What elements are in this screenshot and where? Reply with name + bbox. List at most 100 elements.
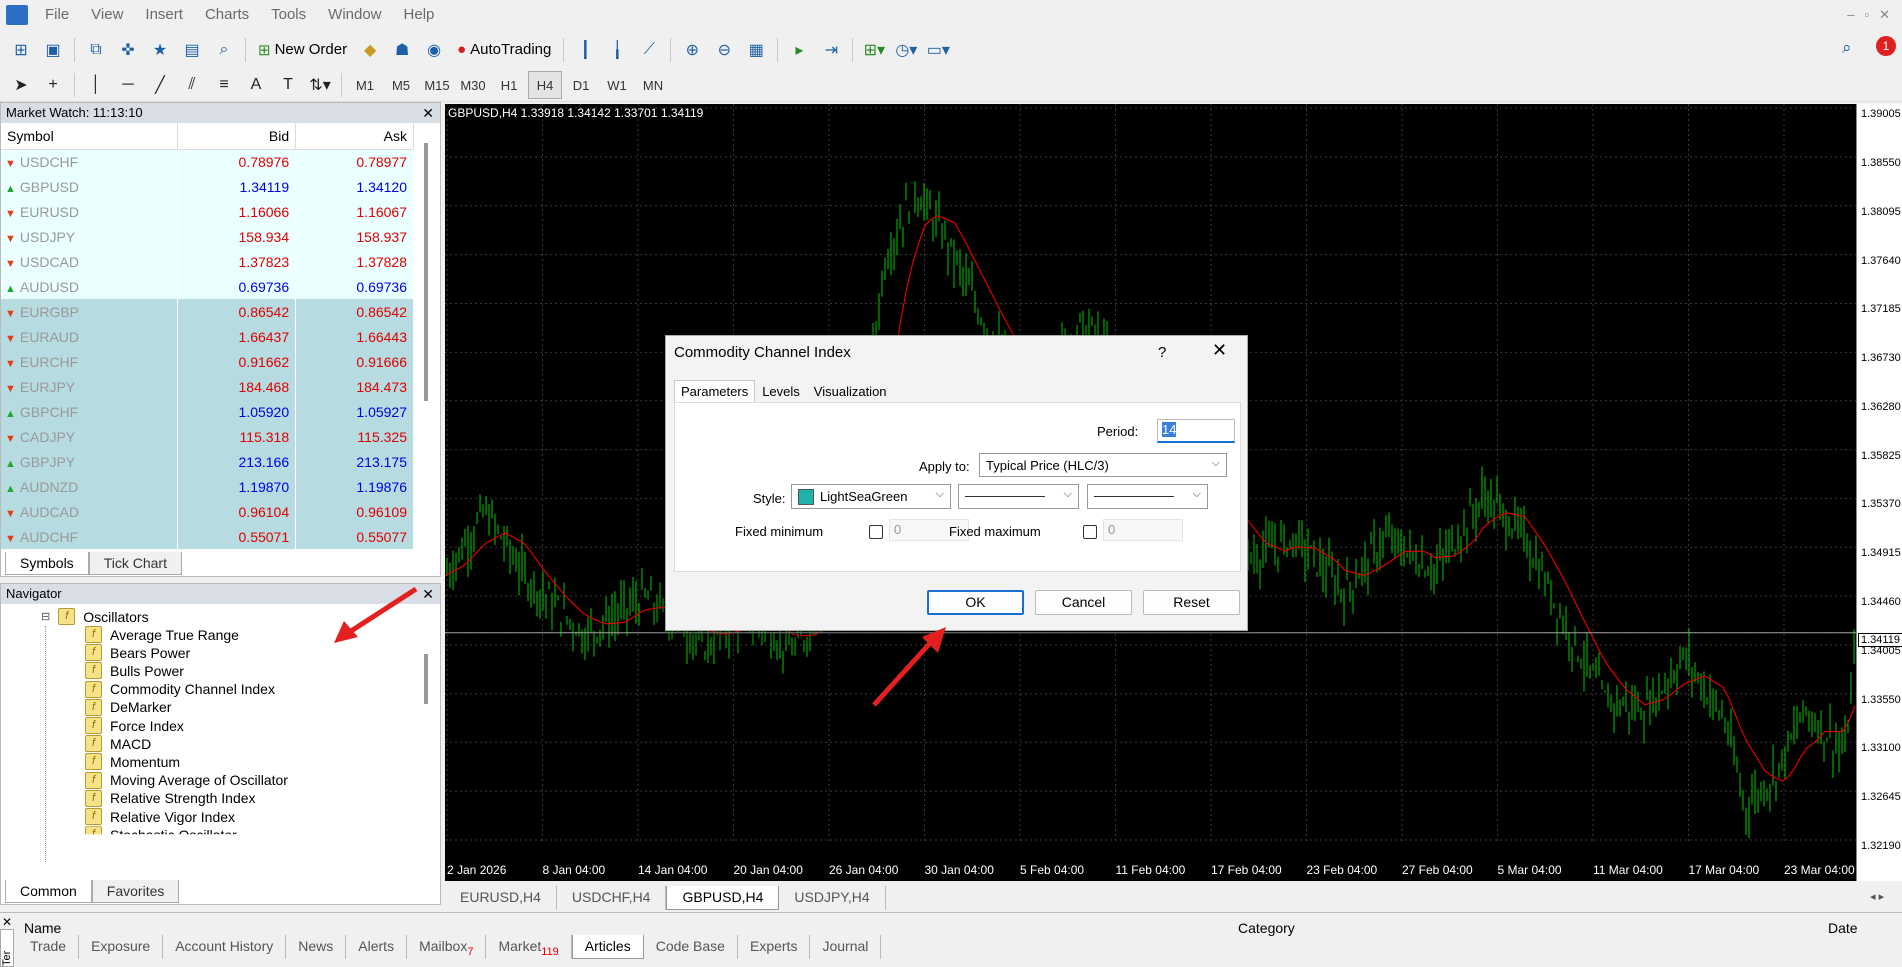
timeframe-h4[interactable]: H4 (528, 71, 562, 99)
tab-levels[interactable]: Levels (755, 380, 807, 403)
navigator-item[interactable]: f Relative Vigor Index (85, 808, 235, 825)
tab-favorites[interactable]: Favorites (91, 880, 180, 903)
line-style-select[interactable]: ⌵ (958, 484, 1079, 509)
notifications-icon[interactable]: 1 (1876, 36, 1896, 56)
terminal-tab[interactable]: Mailbox7 (407, 935, 487, 959)
timeframe-d1[interactable]: D1 (564, 71, 598, 99)
navigator-item[interactable]: f Momentum (85, 753, 180, 771)
period-input[interactable]: 14 (1157, 419, 1235, 443)
vertical-line-icon[interactable]: │ (81, 71, 111, 99)
table-row[interactable]: ▼ USDJPY 158.934 158.937 (1, 224, 414, 249)
autoscroll-icon[interactable]: ▸ (784, 36, 814, 64)
menu-insert[interactable]: Insert (134, 6, 194, 23)
fixed-maximum-checkbox[interactable] (1083, 525, 1097, 539)
column-header-bid[interactable]: Bid (177, 123, 297, 150)
restore-icon[interactable]: ▫ (1864, 7, 1869, 22)
timeframe-w1[interactable]: W1 (600, 71, 634, 99)
arrows-icon[interactable]: ⇅▾ (305, 71, 335, 99)
table-row[interactable]: ▼ CADJPY 115.318 115.325 (1, 424, 414, 449)
terminal-tab[interactable]: Journal (810, 935, 882, 959)
metaeditor-icon[interactable]: ◆ (355, 36, 385, 64)
navigator-item[interactable]: f Stochastic Oscillator (85, 826, 237, 835)
terminal-tab[interactable]: Alerts (346, 935, 408, 959)
table-row[interactable]: ▲ AUDUSD 0.69736 0.69736 (1, 274, 414, 299)
navigator-item[interactable]: f MACD (85, 735, 151, 753)
table-row[interactable]: ▼ EURAUD 1.66437 1.66443 (1, 324, 414, 349)
tab-visualization[interactable]: Visualization (807, 380, 894, 403)
navigator-item[interactable]: f Commodity Channel Index (85, 680, 275, 698)
timeframe-m5[interactable]: M5 (384, 71, 418, 99)
text-label-icon[interactable]: T (273, 71, 303, 99)
close-icon[interactable]: ✕ (2, 915, 12, 929)
scroll-arrows[interactable]: ◂ ▸ (1870, 890, 1884, 903)
line-chart-icon[interactable]: ⟋ (634, 36, 664, 64)
cancel-button[interactable]: Cancel (1035, 590, 1132, 615)
market-icon[interactable]: ◉ (419, 36, 449, 64)
terminal-tab[interactable]: Market119 (486, 935, 572, 959)
table-row[interactable]: ▲ GBPJPY 213.166 213.175 (1, 449, 414, 474)
timeframe-mn[interactable]: MN (636, 71, 670, 99)
timeframe-m15[interactable]: M15 (420, 71, 454, 99)
chart-shift-icon[interactable]: ⇥ (816, 36, 846, 64)
close-icon[interactable]: ✕ (1879, 7, 1890, 23)
chart-tab[interactable]: USDJPY,H4 (779, 886, 886, 910)
terminal-tab[interactable]: Exposure (79, 935, 164, 959)
market-watch-scrollbar[interactable] (424, 143, 428, 401)
menu-tools[interactable]: Tools (260, 6, 317, 23)
terminal-tab[interactable]: Trade (18, 935, 80, 959)
menu-view[interactable]: View (80, 6, 134, 23)
timeframe-m1[interactable]: M1 (348, 71, 382, 99)
navigator-scrollbar[interactable] (424, 654, 428, 704)
crosshair-icon[interactable]: + (38, 71, 68, 99)
trendline-icon[interactable]: ╱ (145, 71, 175, 99)
close-icon[interactable]: ✕ (422, 584, 434, 604)
table-row[interactable]: ▼ USDCHF 0.78976 0.78977 (1, 149, 414, 174)
cursor-icon[interactable]: ➤ (6, 71, 36, 99)
menu-file[interactable]: File (34, 6, 80, 23)
search-icon[interactable]: ⌕ (1842, 38, 1852, 58)
timeframe-m30[interactable]: M30 (456, 71, 490, 99)
templates-icon[interactable]: ▭▾ (923, 36, 953, 64)
zoom-out-icon[interactable]: ⊖ (709, 36, 739, 64)
periods-icon[interactable]: ◷▾ (891, 36, 921, 64)
navigator-item[interactable]: f Relative Strength Index (85, 789, 256, 807)
signals-icon[interactable]: ☗ (387, 36, 417, 64)
fixed-minimum-checkbox[interactable] (869, 525, 883, 539)
candlestick-icon[interactable]: ╽ (602, 36, 632, 64)
navigator-item[interactable]: f DeMarker (85, 698, 171, 716)
autotrading-button[interactable]: ● AutoTrading (451, 36, 557, 64)
tile-windows-icon[interactable]: ▦ (741, 36, 771, 64)
line-width-select[interactable]: ⌵ (1087, 484, 1208, 509)
new-order-button[interactable]: ⊞ New Order (252, 36, 353, 64)
style-color-select[interactable]: LightSeaGreen ⌵ (791, 484, 951, 509)
navigator-icon[interactable]: ★ (145, 36, 175, 64)
data-window-icon[interactable]: ✜ (113, 36, 143, 64)
minimize-icon[interactable]: – (1847, 7, 1854, 22)
menu-window[interactable]: Window (317, 6, 392, 23)
table-row[interactable]: ▼ EURJPY 184.468 184.473 (1, 374, 414, 399)
profiles-icon[interactable]: ▣ (38, 36, 68, 64)
fibonacci-icon[interactable]: ≡ (209, 71, 239, 99)
market-watch-icon[interactable]: ⧉ (81, 36, 111, 64)
menu-charts[interactable]: Charts (194, 6, 260, 23)
timeframe-h1[interactable]: H1 (492, 71, 526, 99)
close-icon[interactable]: ✕ (422, 103, 434, 123)
table-row[interactable]: ▼ EURCHF 0.91662 0.91666 (1, 349, 414, 374)
tab-common[interactable]: Common (5, 880, 92, 903)
indicators-icon[interactable]: ⊞▾ (859, 36, 889, 64)
column-header-date[interactable]: Date (1828, 920, 1858, 936)
tab-parameters[interactable]: Parameters (674, 380, 756, 403)
tab-tick-chart[interactable]: Tick Chart (88, 552, 182, 575)
new-chart-icon[interactable]: ⊞ (6, 36, 36, 64)
strategy-tester-icon[interactable]: ⌕ (209, 36, 239, 64)
terminal-tab[interactable]: Articles (571, 935, 644, 959)
navigator-item[interactable]: f Average True Range (85, 626, 239, 643)
navigator-item[interactable]: f Force Index (85, 717, 184, 734)
column-header-name[interactable]: Name (24, 920, 61, 936)
table-row[interactable]: ▼ AUDCAD 0.96104 0.96109 (1, 499, 414, 524)
folder-oscillators[interactable]: ⊟ f Oscillators (41, 608, 149, 625)
collapse-icon[interactable]: ⊟ (41, 610, 50, 623)
terminal-icon[interactable]: ▤ (177, 36, 207, 64)
column-header-ask[interactable]: Ask (295, 123, 414, 150)
reset-button[interactable]: Reset (1143, 590, 1240, 615)
